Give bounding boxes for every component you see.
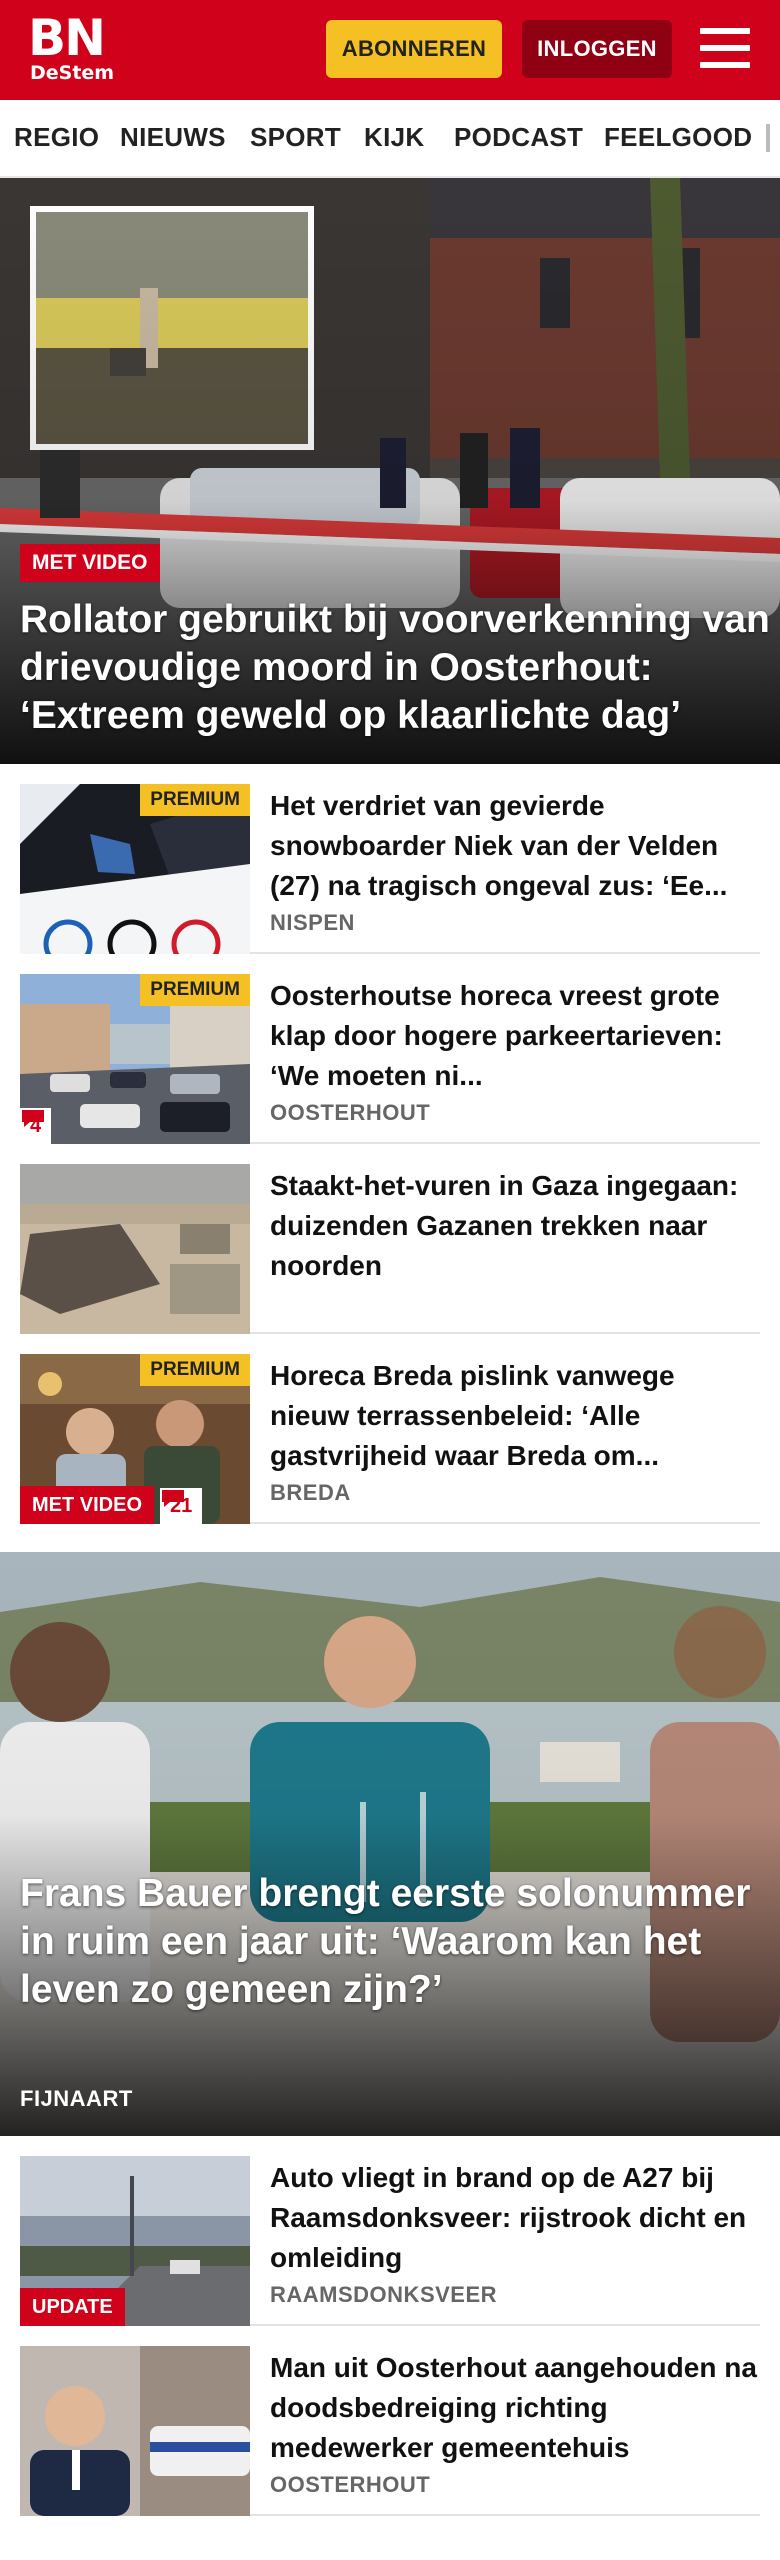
article-location: OOSTERHOUT xyxy=(270,1100,431,1125)
article-card[interactable]: PREMIUM MET VIDEO 21 Horeca Breda pislin… xyxy=(20,1334,760,1524)
article-card[interactable]: Man uit Oosterhout aangehouden na doodsb… xyxy=(20,2326,760,2516)
hamburger-menu-icon[interactable] xyxy=(700,26,750,70)
hero-headline[interactable]: Rollator gebruikt bij voorverkenning van… xyxy=(20,596,770,740)
section-nav: REGIO NIEUWS SPORT KIJK PODCAST FEELGOOD xyxy=(0,100,780,178)
comment-count-badge[interactable]: 4 xyxy=(20,1108,52,1144)
premium-badge: PREMIUM xyxy=(140,784,250,816)
feature-location: FIJNAART xyxy=(20,2086,133,2111)
feature-headline[interactable]: Frans Bauer brengt eerste solonummer in … xyxy=(20,1870,760,2014)
article-card[interactable]: PREMIUM Het verdriet van gevierde snowbo… xyxy=(20,764,760,954)
update-badge: UPDATE xyxy=(20,2288,125,2326)
logo-subtext: DeStem xyxy=(30,62,115,84)
feature-image xyxy=(0,1552,780,2136)
article-thumbnail: PREMIUM 4 xyxy=(20,974,250,1144)
nav-item-podcast[interactable]: PODCAST xyxy=(454,122,583,153)
article-card[interactable]: Staakt-het-vuren in Gaza ingegaan: duize… xyxy=(20,1144,760,1334)
article-location: RAAMSDONKSVEER xyxy=(270,2282,498,2307)
article-location: BREDA xyxy=(270,1480,351,1505)
video-badge: MET VIDEO xyxy=(20,544,160,582)
article-title[interactable]: Horeca Breda pislink vanwege nieuw terra… xyxy=(270,1356,760,1476)
logo-text: BN xyxy=(28,9,106,67)
nav-item-feelgood[interactable]: FEELGOOD xyxy=(604,122,752,153)
comment-count-badge[interactable]: 21 xyxy=(160,1488,203,1524)
top-bar: BN DeStem ABONNEREN INLOGGEN xyxy=(0,0,780,100)
subscribe-button[interactable]: ABONNEREN xyxy=(326,20,502,78)
premium-badge: PREMIUM xyxy=(140,974,250,1006)
video-badge: MET VIDEO xyxy=(20,1486,155,1524)
article-location: NISPEN xyxy=(270,910,355,935)
article-thumbnail: UPDATE xyxy=(20,2156,250,2326)
nav-item-regio[interactable]: REGIO xyxy=(14,122,99,153)
hero-article[interactable]: MET VIDEO Rollator gebruikt bij voorverk… xyxy=(0,178,780,764)
article-title[interactable]: Oosterhoutse horeca vreest grote klap do… xyxy=(270,976,760,1096)
nav-item-sport[interactable]: SPORT xyxy=(250,122,341,153)
premium-badge: PREMIUM xyxy=(140,1354,250,1386)
comment-icon xyxy=(162,1490,184,1507)
thumbnail-image xyxy=(20,2346,250,2516)
article-title[interactable]: Man uit Oosterhout aangehouden na doodsb… xyxy=(270,2348,760,2468)
site-logo[interactable]: BN DeStem xyxy=(28,9,115,84)
article-thumbnail xyxy=(20,1164,250,1334)
article-thumbnail: PREMIUM MET VIDEO 21 xyxy=(20,1354,250,1524)
article-title[interactable]: Auto vliegt in brand op de A27 bij Raams… xyxy=(270,2158,760,2278)
feature-article[interactable]: Frans Bauer brengt eerste solonummer in … xyxy=(0,1552,780,2136)
article-title[interactable]: Staakt-het-vuren in Gaza ingegaan: duize… xyxy=(270,1166,760,1286)
thumbnail-image xyxy=(20,1164,250,1334)
comment-icon xyxy=(22,1110,44,1127)
nav-overflow-indicator xyxy=(766,124,770,152)
article-title[interactable]: Het verdriet van gevierde snowboarder Ni… xyxy=(270,786,760,906)
login-button[interactable]: INLOGGEN xyxy=(522,20,672,78)
nav-item-nieuws[interactable]: NIEUWS xyxy=(120,122,226,153)
article-thumbnail xyxy=(20,2346,250,2516)
article-card[interactable]: PREMIUM 4 Oosterhoutse horeca vreest gro… xyxy=(20,954,760,1144)
article-card[interactable]: UPDATE Auto vliegt in brand op de A27 bi… xyxy=(20,2136,760,2326)
nav-item-kijk[interactable]: KIJK xyxy=(364,122,424,153)
article-location: OOSTERHOUT xyxy=(270,2472,431,2497)
article-thumbnail: PREMIUM xyxy=(20,784,250,954)
